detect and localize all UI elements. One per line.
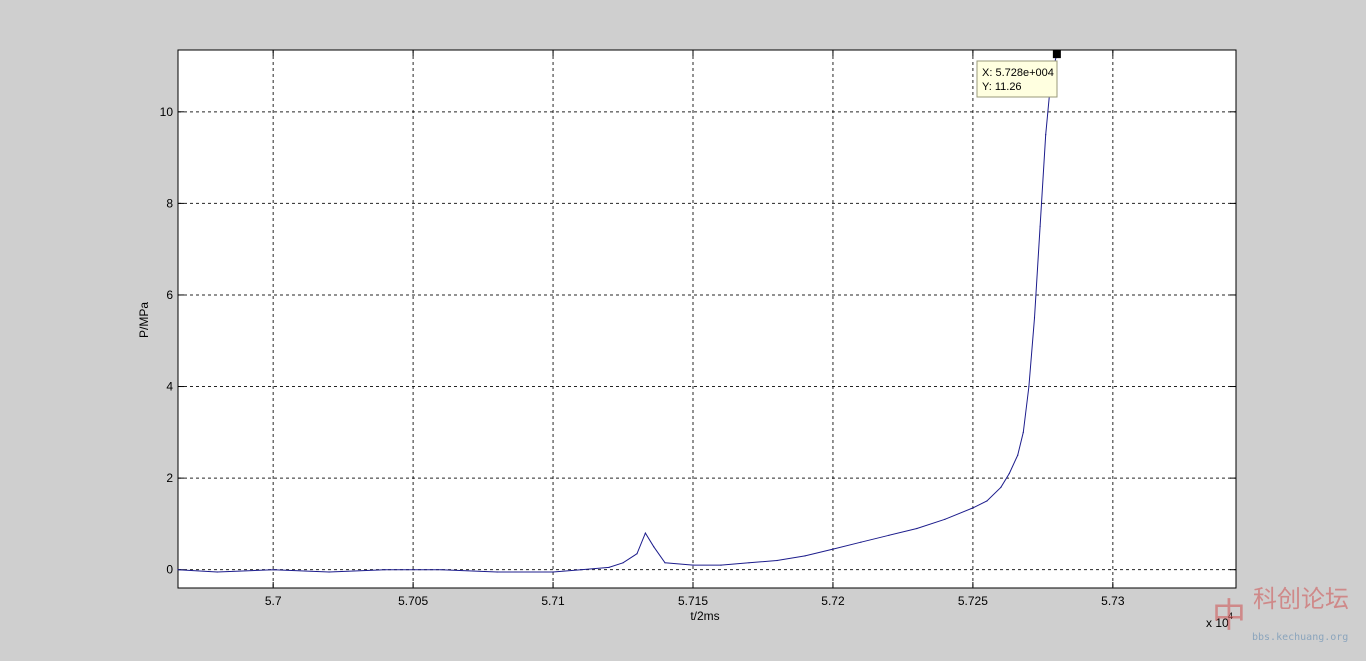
data-point: [888, 534, 890, 536]
data-tip-y: Y: 11.26: [982, 81, 1022, 93]
data-point: [692, 564, 694, 566]
y-tick-label: 10: [160, 105, 174, 119]
watermark: 中 科创论坛 bbs.kechuang.org: [1212, 585, 1349, 643]
y-tick-label: 2: [166, 471, 173, 485]
data-point: [1008, 472, 1010, 475]
data-point: [644, 532, 647, 534]
data-point: [776, 559, 778, 562]
data-point: [1017, 454, 1019, 456]
data-point: [1045, 134, 1047, 136]
data-point: [916, 527, 918, 530]
data-tip-marker[interactable]: [1052, 50, 1061, 59]
data-point: [384, 569, 386, 571]
x-tick-label: 5.71: [541, 594, 565, 608]
data-point: [986, 500, 988, 502]
data-point: [860, 541, 862, 543]
data-point: [1033, 317, 1036, 319]
data-point: [496, 571, 498, 573]
watermark-url: bbs.kechuang.org: [1252, 632, 1348, 643]
figure-canvas: 5.7 5.705 5.71 5.715 5.72 5.725 5.73 0 2 4 6 8 10 t/…: [137, 49, 1349, 643]
data-point: [972, 507, 974, 509]
data-point: [440, 569, 442, 571]
data-point: [832, 548, 834, 550]
x-tick-label: 5.73: [1101, 594, 1125, 608]
y-tick-label: 4: [166, 380, 173, 394]
x-tick-label: 5.725: [958, 594, 988, 608]
data-tip-x: X: 5.728e+004: [982, 67, 1054, 79]
data-point: [1000, 486, 1002, 488]
data-point: [328, 571, 330, 573]
data-point: [748, 562, 750, 564]
x-tick-label: 5.72: [821, 594, 845, 608]
data-tip[interactable]: X: 5.728e+004 Y: 11.26: [976, 60, 1058, 98]
y-tick-label: 6: [166, 288, 173, 302]
data-point: [944, 518, 946, 520]
data-point: [216, 571, 218, 573]
x-tick-label: 5.715: [678, 594, 708, 608]
data-point: [552, 571, 554, 573]
x-axis-label: t/2ms: [690, 609, 719, 623]
x-tick-label: 5.705: [398, 594, 428, 608]
data-point: [580, 569, 582, 571]
axes-background: [177, 49, 1237, 589]
data-point: [272, 569, 274, 571]
data-point: [636, 553, 638, 555]
data-point: [804, 555, 806, 557]
data-point: [664, 562, 666, 564]
data-point: [1022, 431, 1024, 433]
data-point: [1039, 225, 1041, 227]
data-point: [177, 569, 179, 571]
data-point: [608, 566, 610, 569]
data-point: [720, 564, 722, 566]
x-tick-label: 5.7: [265, 594, 282, 608]
y-tick-label: 8: [166, 196, 173, 210]
watermark-title: 科创论坛: [1253, 585, 1349, 613]
watermark-logo: 中: [1212, 596, 1246, 636]
y-tick-label: 0: [166, 563, 173, 577]
data-point: [1028, 385, 1030, 388]
data-point: [622, 562, 624, 564]
y-axis-label: P/MPa: [137, 302, 151, 338]
data-point: [653, 546, 655, 548]
